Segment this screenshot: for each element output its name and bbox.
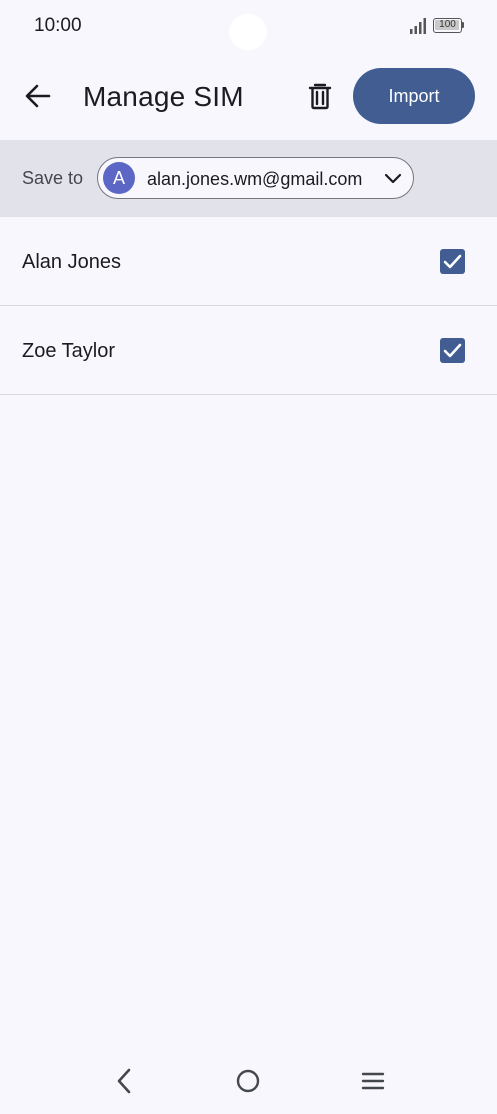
- import-button[interactable]: Import: [353, 68, 475, 124]
- navigation-bar: [0, 1050, 497, 1114]
- camera-notch: [229, 14, 267, 50]
- contact-name: Zoe Taylor: [22, 340, 116, 362]
- account-avatar: A: [103, 162, 135, 194]
- save-to-bar: Save to A alan.jones.wm@gmail.com: [0, 140, 497, 217]
- page-title: Manage SIM: [83, 81, 244, 112]
- contact-checkbox[interactable]: [440, 249, 465, 274]
- contact-row[interactable]: Alan Jones: [0, 217, 497, 306]
- account-dropdown[interactable]: A alan.jones.wm@gmail.com: [97, 157, 414, 199]
- back-button[interactable]: [20, 78, 56, 114]
- signal-bars-icon: [410, 18, 426, 34]
- status-bar: 10:00 100: [0, 0, 497, 52]
- contact-name: Alan Jones: [22, 251, 121, 273]
- battery-icon: 100: [433, 18, 465, 33]
- nav-back-icon: [117, 1068, 131, 1094]
- arrow-back-icon: [25, 84, 51, 108]
- nav-back-button[interactable]: [112, 1067, 136, 1095]
- status-time: 10:00: [34, 15, 82, 36]
- contact-row[interactable]: Zoe Taylor: [0, 306, 497, 395]
- contact-checkbox[interactable]: [440, 338, 465, 363]
- app-bar: Manage SIM Import: [0, 60, 497, 132]
- save-to-label: Save to: [22, 168, 84, 188]
- nav-recents-button[interactable]: [361, 1071, 385, 1091]
- nav-home-button[interactable]: [236, 1069, 260, 1093]
- battery-level: 100: [439, 19, 456, 30]
- contact-list: Alan Jones Zoe Taylor: [0, 217, 497, 395]
- nav-home-icon: [236, 1069, 260, 1093]
- trash-icon: [308, 83, 332, 110]
- account-email: alan.jones.wm@gmail.com: [147, 169, 363, 189]
- checkmark-icon: [443, 254, 462, 269]
- delete-button[interactable]: [302, 78, 338, 114]
- checkmark-icon: [443, 343, 462, 358]
- chevron-down-icon: [384, 173, 402, 184]
- nav-recents-icon: [361, 1072, 385, 1090]
